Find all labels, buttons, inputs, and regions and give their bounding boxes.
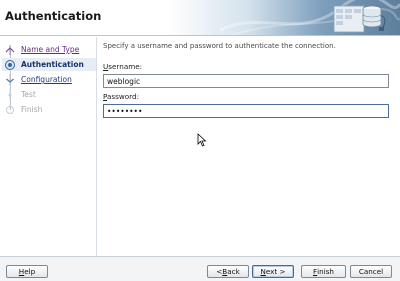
password-label: Password:	[103, 92, 139, 101]
step-label: Authentication	[21, 60, 84, 69]
button-bar: Help < Back Next > Finish Cancel	[0, 256, 400, 281]
finish-button[interactable]: Finish	[301, 265, 346, 278]
help-label: elp	[24, 267, 36, 276]
pending-step-icon	[4, 73, 16, 86]
password-label-text: assword:	[107, 92, 139, 101]
username-label-text: sername:	[108, 62, 143, 71]
page-title: Authentication	[5, 9, 102, 23]
step-label: Name and Type	[21, 45, 80, 54]
next-button[interactable]: Next >	[252, 265, 294, 278]
disabled-step-end-icon	[4, 103, 16, 116]
password-field[interactable]	[103, 104, 389, 118]
step-label: Finish	[21, 105, 43, 114]
cancel-button[interactable]: Cancel	[350, 265, 392, 278]
visited-step-icon	[4, 44, 16, 56]
step-authentication[interactable]: Authentication	[2, 58, 96, 71]
mouse-pointer-icon	[197, 133, 207, 147]
main-content: Specify a username and password to authe…	[98, 37, 400, 256]
next-label: ext >	[265, 267, 286, 276]
step-finish: Finish	[4, 103, 96, 116]
instruction-text: Specify a username and password to authe…	[103, 42, 336, 50]
username-field[interactable]	[103, 74, 389, 88]
wizard-header: Authentication	[0, 0, 400, 36]
back-button[interactable]: < Back	[207, 265, 249, 278]
step-test: Test	[4, 88, 96, 101]
username-label: Username:	[103, 62, 142, 71]
step-label: Configuration	[21, 75, 72, 84]
step-label: Test	[21, 90, 36, 99]
finish-label: inish	[317, 267, 334, 276]
database-connection-icon	[333, 5, 386, 33]
disabled-step-icon	[4, 88, 16, 101]
current-step-icon	[4, 59, 16, 71]
back-label: ack	[227, 267, 240, 276]
wizard-steps-panel: Name and Type Authentication Configurati…	[0, 37, 97, 256]
help-button[interactable]: Help	[6, 265, 48, 278]
step-name-and-type[interactable]: Name and Type	[4, 43, 96, 56]
step-configuration[interactable]: Configuration	[4, 73, 96, 86]
